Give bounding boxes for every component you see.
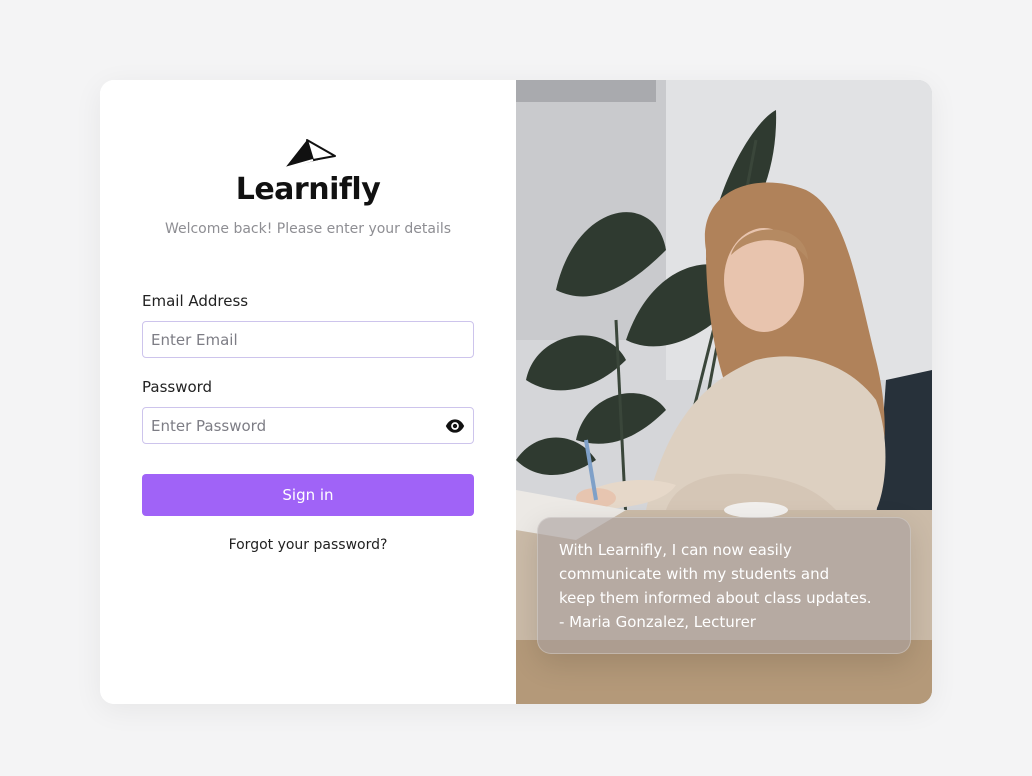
forgot-password-link[interactable]: Forgot your password? <box>100 537 516 553</box>
password-field-container <box>142 407 474 444</box>
testimonial-line: With Learnifly, I can now easily <box>559 541 792 559</box>
email-input[interactable] <box>143 322 431 357</box>
testimonial-author: - Maria Gonzalez, Lecturer <box>559 613 756 631</box>
email-label: Email Address <box>142 292 249 310</box>
sign-in-button[interactable]: Sign in <box>142 474 474 516</box>
brand-name: Learnifly <box>235 172 381 207</box>
email-field-container <box>142 321 474 358</box>
testimonial-card: With Learnifly, I can now easily communi… <box>537 517 911 654</box>
password-input[interactable] <box>143 408 431 443</box>
hero-image-panel: With Learnifly, I can now easily communi… <box>516 80 932 704</box>
testimonial-line: keep them informed about class updates. <box>559 589 872 607</box>
login-panel: Learnifly Welcome back! Please enter you… <box>100 80 516 704</box>
eye-icon[interactable] <box>445 416 465 436</box>
welcome-text: Welcome back! Please enter your details <box>164 221 452 237</box>
paper-plane-icon <box>284 139 336 169</box>
login-card: Learnifly Welcome back! Please enter you… <box>100 80 932 704</box>
testimonial-line: communicate with my students and <box>559 565 830 583</box>
password-label: Password <box>142 378 213 396</box>
